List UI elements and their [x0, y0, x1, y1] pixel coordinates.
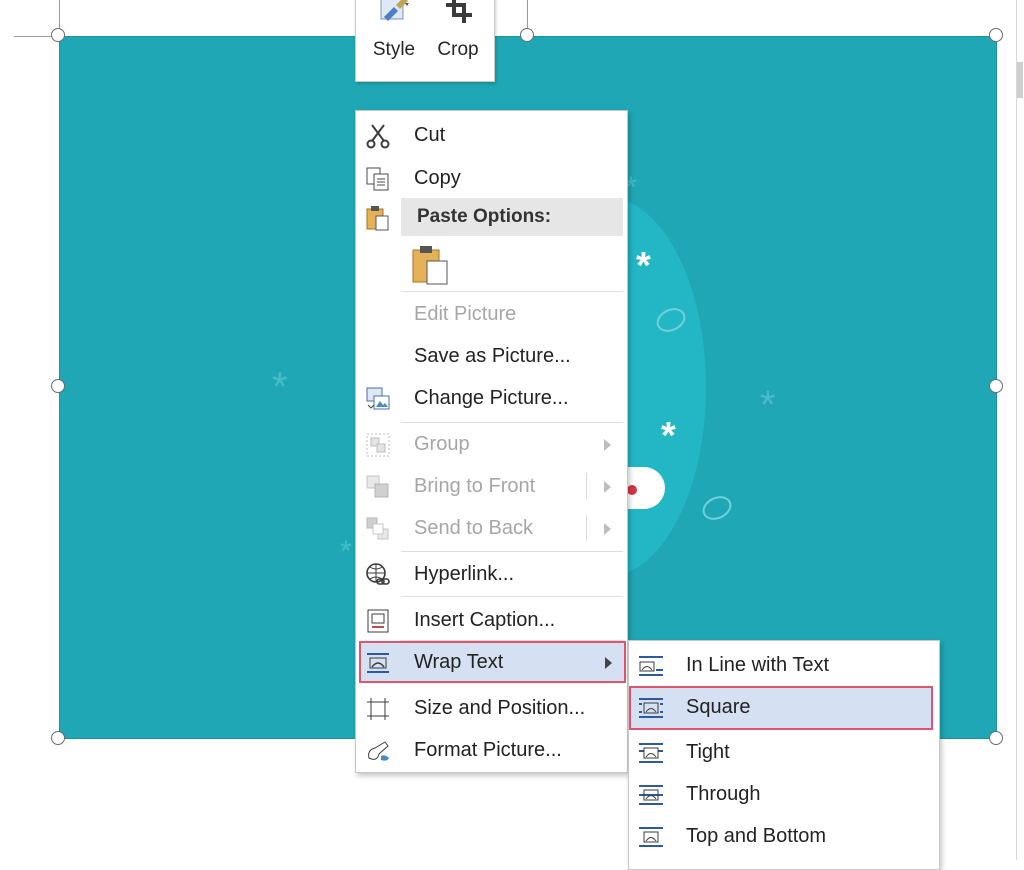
menu-item-label: Insert Caption... — [414, 609, 556, 631]
menu-item-group[interactable]: Group — [356, 423, 627, 465]
menu-item-wrap-text[interactable]: Wrap Text — [359, 641, 626, 683]
snowflake-icon: * — [760, 383, 776, 427]
menu-item-label: Hyperlink... — [414, 563, 515, 585]
submenu-item-through[interactable]: Through — [629, 773, 939, 815]
menu-item-label: Size and Position... — [414, 697, 586, 719]
submenu-arrow-icon — [604, 439, 611, 451]
snowflake-icon: * — [661, 415, 676, 457]
submenu-item-label: Through — [686, 783, 761, 805]
menu-separator — [401, 596, 623, 597]
size-position-icon — [367, 698, 389, 720]
style-button[interactable]: Style — [364, 0, 424, 83]
paste-options-header: Paste Options: — [401, 198, 623, 236]
submenu-arrow-icon — [605, 657, 612, 669]
menu-item-change-picture[interactable]: Change Picture... — [356, 377, 627, 419]
insert-caption-icon — [367, 609, 389, 633]
scissors-icon — [366, 124, 390, 149]
submenu-item-label: Square — [686, 696, 751, 718]
submenu-item-top-and-bottom[interactable]: Top and Bottom — [629, 815, 939, 857]
crop-button-label: Crop — [437, 39, 479, 60]
snowflake-icon: * — [636, 245, 651, 287]
style-brush-icon — [380, 0, 409, 21]
wrap-top-bottom-icon — [639, 827, 663, 847]
menu-item-label: Wrap Text — [414, 651, 504, 673]
submenu-item-label: Tight — [686, 741, 730, 763]
margin-guide-right-vertical — [527, 0, 528, 30]
snowflake-icon: * — [272, 365, 288, 409]
send-to-back-icon — [366, 517, 389, 540]
crop-icon — [446, 0, 472, 23]
paste-options-label: Paste Options: — [417, 206, 552, 227]
menu-item-cut[interactable]: Cut — [356, 114, 627, 156]
menu-separator — [401, 551, 623, 552]
menu-item-format-picture[interactable]: Format Picture... — [356, 729, 627, 771]
style-button-label: Style — [372, 39, 416, 60]
menu-item-hyperlink[interactable]: Hyperlink... — [356, 553, 627, 595]
submenu-arrow-icon — [604, 481, 611, 493]
menu-item-copy[interactable]: Copy — [356, 157, 627, 199]
paste-icon — [366, 206, 389, 231]
menu-item-label: Cut — [414, 124, 446, 146]
split-button-divider — [586, 515, 587, 541]
menu-item-label: Change Picture... — [414, 387, 569, 409]
resize-handle-top-right[interactable] — [989, 28, 1003, 42]
submenu-item-label: Top and Bottom — [686, 825, 827, 847]
bring-to-front-icon — [366, 475, 389, 498]
paste-keep-source-icon[interactable] — [410, 244, 452, 286]
menu-item-insert-caption[interactable]: Insert Caption... — [356, 599, 627, 641]
menu-separator — [401, 291, 623, 292]
group-icon — [366, 433, 390, 457]
resize-handle-bottom-left[interactable] — [51, 731, 65, 745]
crop-button[interactable]: Crop — [428, 0, 488, 83]
resize-handle-top-left[interactable] — [51, 28, 65, 42]
submenu-item-label: In Line with Text — [686, 654, 830, 676]
resize-handle-middle-right[interactable] — [989, 379, 1003, 393]
menu-item-label: Copy — [414, 167, 461, 189]
menu-item-label: Format Picture... — [414, 739, 562, 761]
format-picture-icon — [368, 741, 389, 761]
menu-item-label: Bring to Front — [414, 475, 536, 497]
menu-item-save-as-picture[interactable]: Save as Picture... — [356, 335, 627, 377]
wrap-text-icon — [367, 653, 389, 673]
resize-handle-bottom-right[interactable] — [989, 731, 1003, 745]
submenu-item-tight[interactable]: Tight — [629, 731, 939, 773]
menu-item-send-to-back[interactable]: Send to Back — [356, 507, 627, 549]
vertical-scrollbar-track[interactable] — [1016, 0, 1017, 860]
context-menu: Cut Copy Paste Options: Edit Picture Sav… — [355, 110, 628, 773]
copy-icon — [366, 167, 389, 191]
wrap-text-submenu: In Line with Text Square Tight Through T… — [628, 640, 940, 870]
menu-item-label: Save as Picture... — [414, 345, 571, 367]
submenu-item-in-line-with-text[interactable]: In Line with Text — [629, 644, 939, 686]
menu-item-size-and-position[interactable]: Size and Position... — [356, 687, 627, 729]
snowflake-icon: * — [340, 535, 352, 568]
resize-handle-middle-left[interactable] — [51, 379, 65, 393]
menu-item-label: Edit Picture — [414, 303, 517, 325]
wrap-inline-icon — [639, 656, 663, 676]
menu-item-label: Send to Back — [414, 517, 533, 539]
change-picture-icon — [366, 387, 390, 410]
menu-item-edit-picture[interactable]: Edit Picture — [356, 293, 627, 335]
menu-item-bring-to-front[interactable]: Bring to Front — [356, 465, 627, 507]
split-button-divider — [586, 473, 587, 499]
mini-toolbar: Style Crop — [355, 0, 495, 82]
berry-illustration — [627, 485, 637, 495]
hyperlink-globe-icon — [366, 563, 390, 585]
wrap-square-icon — [639, 698, 663, 718]
wrap-tight-icon — [639, 743, 663, 763]
wrap-through-icon — [639, 785, 663, 805]
submenu-item-square[interactable]: Square — [629, 686, 933, 730]
resize-handle-top-middle[interactable] — [520, 28, 534, 42]
swirl-decoration — [698, 491, 736, 525]
menu-item-label: Group — [414, 433, 470, 455]
vertical-scrollbar-thumb[interactable] — [1017, 62, 1023, 98]
submenu-arrow-icon — [604, 523, 611, 535]
